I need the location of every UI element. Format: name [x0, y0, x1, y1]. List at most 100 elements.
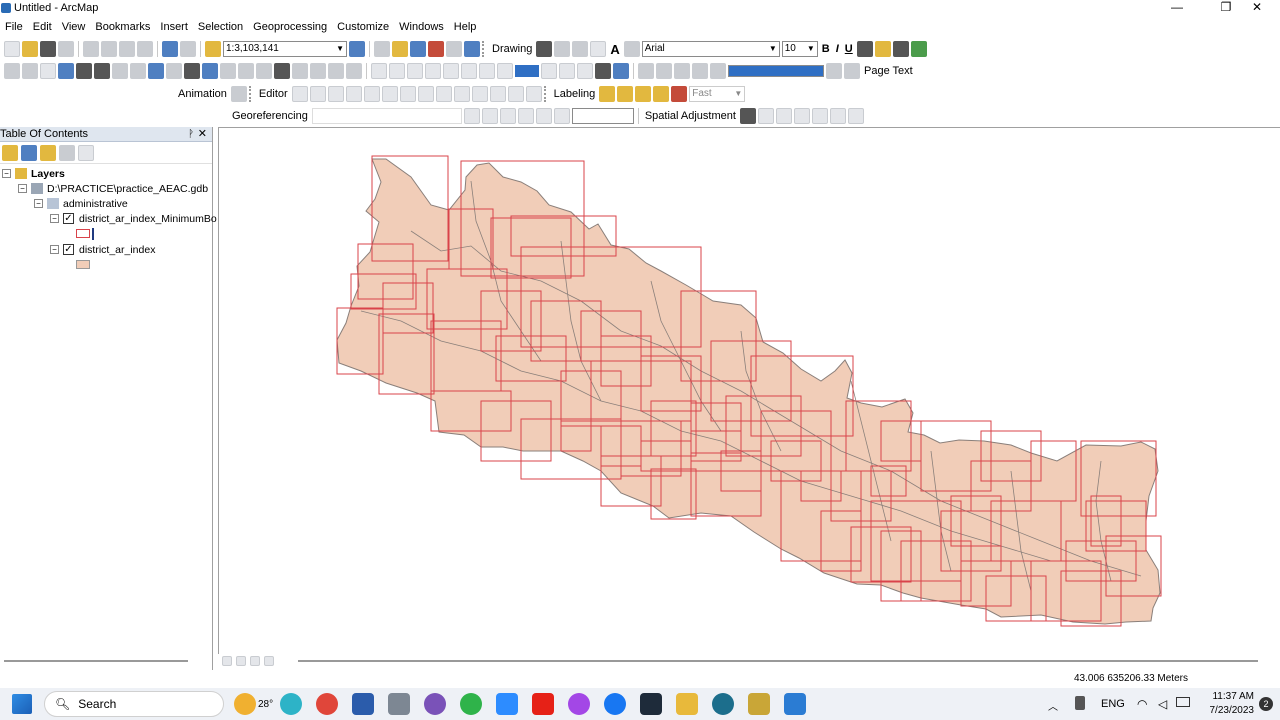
list-by-source-icon[interactable] — [21, 144, 37, 161]
toc-window-icon[interactable] — [374, 41, 390, 57]
zoom-in-icon[interactable] — [4, 63, 20, 79]
find-icon[interactable] — [274, 63, 290, 79]
edit-vertices-icon[interactable] — [623, 41, 640, 57]
menu-help[interactable]: Help — [449, 21, 482, 33]
forward-extent-icon[interactable] — [130, 63, 146, 79]
menu-geoprocessing[interactable]: Geoprocessing — [248, 21, 332, 33]
messenger-icon[interactable] — [568, 693, 591, 715]
time-slider-icon[interactable] — [328, 63, 344, 79]
shift-georef-icon[interactable] — [481, 108, 498, 124]
toc-scrollbar[interactable] — [4, 660, 188, 662]
page-combo[interactable] — [728, 65, 824, 77]
ddp-setup-icon[interactable] — [638, 63, 654, 79]
data-driven-pages-icon[interactable] — [595, 63, 611, 79]
editor-menu[interactable]: Editor — [257, 88, 290, 100]
map-scale-combo[interactable]: 1:3,103,141 ▼ — [223, 41, 347, 57]
collapse-icon[interactable]: − — [50, 214, 59, 223]
select-elements-icon[interactable] — [184, 63, 200, 79]
language-indicator[interactable]: ENG — [1101, 698, 1125, 710]
layout-zoom-in-icon[interactable] — [371, 63, 387, 79]
collapse-icon[interactable]: − — [2, 169, 11, 178]
youtube-icon[interactable] — [532, 693, 555, 715]
rectangle-icon[interactable] — [590, 41, 607, 57]
bold-button[interactable]: B — [820, 43, 832, 55]
hollow-red-symbol[interactable] — [76, 229, 90, 238]
select-features-icon[interactable] — [148, 63, 164, 79]
new-icon[interactable] — [4, 41, 20, 57]
list-by-visibility-icon[interactable] — [40, 144, 56, 161]
photos-icon[interactable] — [784, 693, 807, 715]
toolbar-grip[interactable] — [248, 86, 253, 102]
search-window-icon[interactable] — [410, 41, 426, 57]
facebook-icon[interactable] — [604, 693, 627, 715]
cut-polygons-icon[interactable] — [435, 86, 452, 102]
reshape-icon[interactable] — [417, 86, 434, 102]
layout-view-icon[interactable] — [613, 63, 629, 79]
spatial-adjustment-menu[interactable]: Spatial Adjustment — [643, 110, 738, 122]
create-features-icon[interactable] — [525, 86, 542, 102]
measure-icon[interactable] — [256, 63, 272, 79]
trace-icon[interactable] — [363, 86, 380, 102]
arcmap-taskbar-icon[interactable] — [748, 693, 771, 715]
python-window-icon[interactable] — [446, 41, 462, 57]
layer-node-minimum-bounding[interactable]: − ✓ district_ar_index_MinimumBo — [50, 211, 217, 226]
collapse-icon[interactable]: − — [50, 245, 59, 254]
line-color-icon[interactable] — [892, 41, 909, 57]
georef-layer-combo[interactable] — [311, 108, 462, 124]
close-button[interactable]: ✕ — [1234, 0, 1280, 16]
layout-pan-icon[interactable] — [407, 63, 423, 79]
point-icon[interactable] — [381, 86, 398, 102]
label-quality-combo[interactable]: Fast ▼ — [689, 86, 746, 102]
layer-name[interactable]: district_ar_index_MinimumBo — [79, 213, 217, 225]
marker-color-icon[interactable] — [910, 41, 927, 57]
collapse-icon[interactable]: − — [18, 184, 27, 193]
menu-edit[interactable]: Edit — [28, 21, 57, 33]
font-combo[interactable]: Arial ▼ — [641, 41, 780, 57]
gdb-node[interactable]: − D:\PRACTICE\practice_AEAC.gdb — [18, 181, 208, 196]
italic-button[interactable]: I — [834, 43, 841, 55]
onedrive-icon[interactable] — [1075, 696, 1085, 710]
menu-selection[interactable]: Selection — [193, 21, 248, 33]
modify-link-icon[interactable] — [775, 108, 792, 124]
menu-windows[interactable]: Windows — [394, 21, 449, 33]
full-extent-icon[interactable] — [58, 63, 74, 79]
sketch-properties-icon[interactable] — [507, 86, 524, 102]
add-control-points-icon[interactable] — [517, 108, 534, 124]
focus-data-frame-icon[interactable] — [559, 63, 575, 79]
undo-icon[interactable] — [162, 41, 178, 57]
menu-view[interactable]: View — [57, 21, 91, 33]
label-manager-icon[interactable] — [599, 86, 616, 102]
map-canvas[interactable] — [219, 128, 1280, 655]
hyperlink-icon[interactable] — [220, 63, 236, 79]
zoom-whole-page-icon[interactable] — [425, 63, 441, 79]
chevron-up-icon[interactable]: ︿ — [1048, 698, 1058, 713]
next-page-icon[interactable] — [826, 63, 842, 79]
animation-menu[interactable]: Animation — [176, 88, 229, 100]
font-color-icon[interactable] — [856, 41, 873, 57]
edge-match-icon[interactable] — [829, 108, 846, 124]
delete-icon[interactable] — [137, 41, 153, 57]
rotate-feature-icon[interactable] — [471, 86, 488, 102]
redo-icon[interactable] — [180, 41, 196, 57]
save-icon[interactable] — [40, 41, 56, 57]
labeling-menu[interactable]: Labeling — [552, 88, 598, 100]
view-links-table-icon[interactable] — [811, 108, 828, 124]
fixed-zoom-out-icon[interactable] — [94, 63, 110, 79]
edit-annotation-icon[interactable] — [309, 86, 326, 102]
select-elements-icon[interactable] — [536, 41, 553, 57]
windows-start-icon[interactable] — [12, 694, 32, 714]
ddp-refresh-icon[interactable] — [656, 63, 672, 79]
animation-play-icon[interactable] — [230, 86, 247, 102]
toc-options-icon[interactable] — [78, 144, 94, 161]
word-icon[interactable] — [352, 693, 375, 715]
zoom-percent-box[interactable] — [515, 65, 539, 77]
toolbar-grip[interactable] — [482, 41, 486, 57]
fill-color-icon[interactable] — [874, 41, 891, 57]
list-by-selection-icon[interactable] — [59, 144, 75, 161]
whatsapp-icon[interactable] — [460, 693, 483, 715]
scale-georef-icon[interactable] — [499, 108, 516, 124]
edit-tool-icon[interactable] — [291, 86, 308, 102]
change-layout-icon[interactable] — [577, 63, 593, 79]
search-app-icon[interactable] — [712, 693, 735, 715]
view-unplaced-icon[interactable] — [653, 86, 670, 102]
